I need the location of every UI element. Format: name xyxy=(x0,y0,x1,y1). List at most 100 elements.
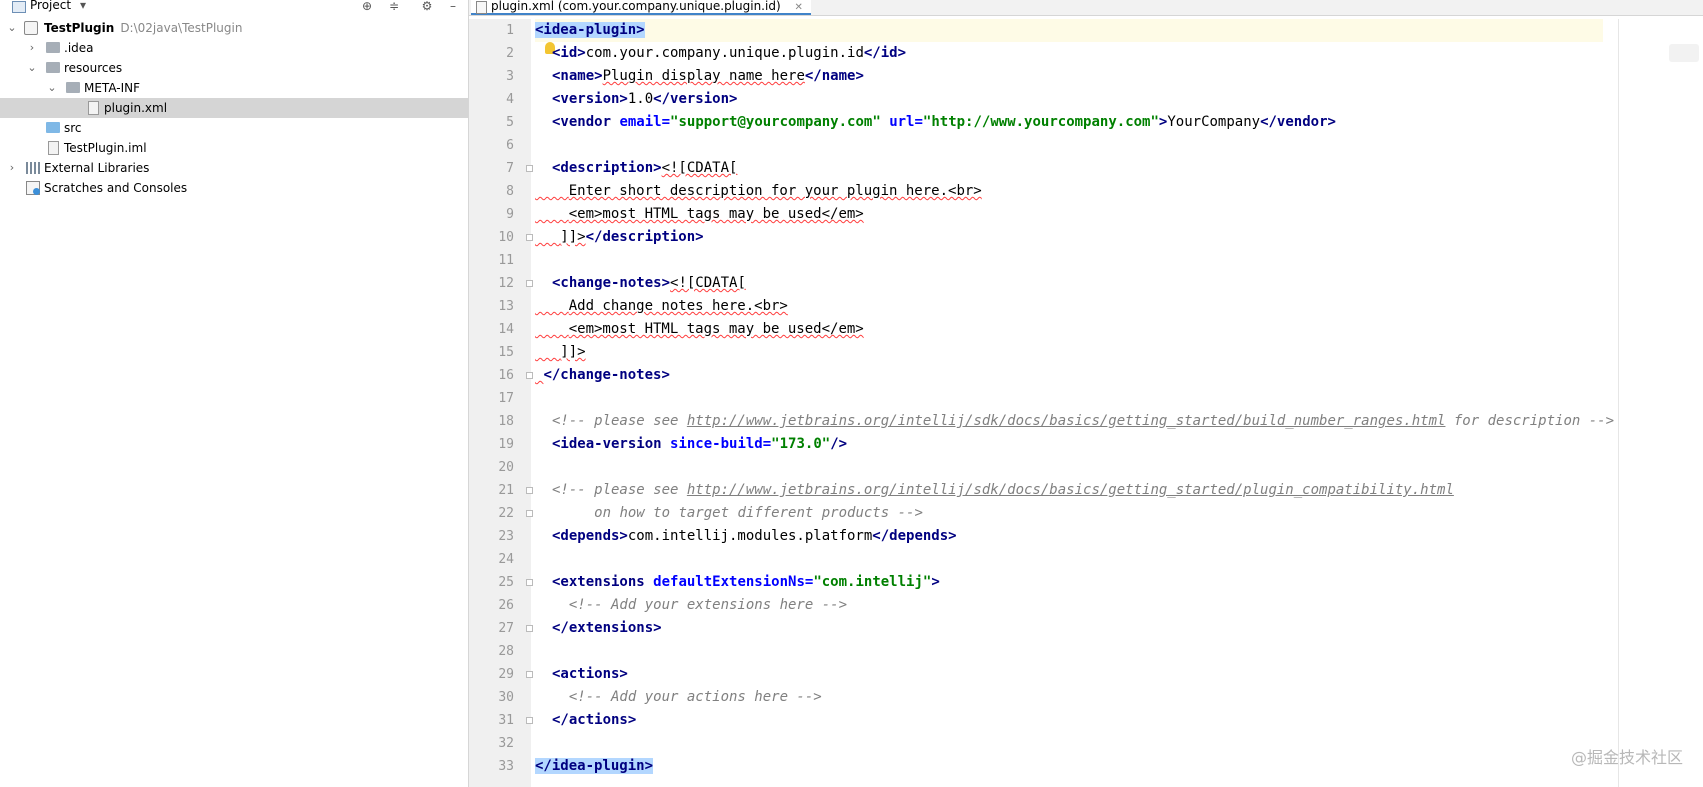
line-number: 27 xyxy=(498,621,514,636)
chevron-right-icon[interactable]: › xyxy=(6,158,18,178)
project-view-title[interactable]: Project xyxy=(30,0,71,12)
project-path: D:\02java\TestPlugin xyxy=(120,21,243,35)
tree-item-plugin-xml[interactable]: plugin.xml xyxy=(0,98,468,118)
folder-icon xyxy=(46,42,60,53)
line-number: 4 xyxy=(506,92,514,107)
project-view-icon xyxy=(12,1,26,13)
line-number: 7 xyxy=(506,161,514,176)
chevron-down-icon[interactable]: ⌄ xyxy=(26,58,38,78)
code-line-29: <actions> xyxy=(552,666,628,682)
fold-marker-icon[interactable] xyxy=(526,717,533,724)
line-number: 17 xyxy=(498,391,514,406)
tree-item-idea[interactable]: › .idea xyxy=(0,38,468,58)
folder-icon xyxy=(66,82,80,93)
ide-window: Project ▾ ⊕ ≑ ⚙ – ⌄ TestPlugin D:\02java\… xyxy=(0,0,1703,787)
code-line-14: <em>most HTML tags may be used</em> xyxy=(568,321,864,337)
tree-item-label: META-INF xyxy=(84,81,141,95)
chevron-right-icon[interactable]: › xyxy=(26,38,38,58)
code-line-18: <!-- please see http://www.jetbrains.org… xyxy=(552,413,1615,429)
editor-area: plugin.xml (com.your.company.unique.plug… xyxy=(469,0,1703,787)
code-line-26: <!-- Add your extensions here --> xyxy=(568,597,848,613)
line-number: 21 xyxy=(498,483,514,498)
line-number: 26 xyxy=(498,598,514,613)
line-number: 13 xyxy=(498,299,514,314)
docs-link[interactable]: http://www.jetbrains.org/intellij/sdk/do… xyxy=(687,482,1454,498)
gear-icon[interactable]: ⚙ xyxy=(420,0,434,13)
code-line-25: <extensions defaultExtensionNs="com.inte… xyxy=(552,574,940,590)
tree-item-external-libraries[interactable]: › External Libraries xyxy=(0,158,468,178)
fold-marker-icon[interactable] xyxy=(526,671,533,678)
fold-marker-icon[interactable] xyxy=(526,234,533,241)
line-number: 18 xyxy=(498,414,514,429)
code-line-4: <version>1.0</version> xyxy=(552,91,738,107)
editor-tab-bar: plugin.xml (com.your.company.unique.plug… xyxy=(469,0,1703,16)
code-line-22: on how to target different products --> xyxy=(594,505,923,521)
tree-item-src[interactable]: src xyxy=(0,118,468,138)
tree-item-label: src xyxy=(64,121,82,135)
code-line-3: <name>Plugin display name here</name> xyxy=(552,68,864,84)
libraries-icon xyxy=(26,162,40,174)
tree-item-testplugin-iml[interactable]: TestPlugin.iml xyxy=(0,138,468,158)
fold-marker-icon[interactable] xyxy=(526,372,533,379)
line-number-gutter: 1 2 3 4 5 6 7 8 9 10 11 12 13 14 15 16 17 18 19 20 21 22 23 24 2… xyxy=(469,19,533,787)
chevron-down-icon[interactable]: ▾ xyxy=(80,0,86,12)
tab-plugin-xml[interactable]: plugin.xml (com.your.company.unique.plug… xyxy=(471,0,811,15)
watermark: @掘金技术社区 xyxy=(1570,748,1683,767)
tree-item-label: TestPlugin xyxy=(44,21,115,35)
line-number: 33 xyxy=(498,759,514,774)
fold-marker-icon[interactable] xyxy=(526,280,533,287)
line-number: 16 xyxy=(498,368,514,383)
hide-icon[interactable]: – xyxy=(446,0,460,13)
collapse-all-icon[interactable]: ≑ xyxy=(387,0,401,13)
tree-item-resources[interactable]: ⌄ resources xyxy=(0,58,468,78)
code-line-7: <description><![CDATA[ xyxy=(552,160,738,176)
line-number: 9 xyxy=(506,207,514,222)
line-number: 5 xyxy=(506,115,514,130)
code-line-27: </extensions> xyxy=(552,620,662,636)
xml-file-icon xyxy=(476,1,487,14)
fold-marker-icon[interactable] xyxy=(526,165,533,172)
code-line-1: <idea-plugin> xyxy=(535,19,1603,42)
code-line-10: ]]></description> xyxy=(560,229,704,245)
line-number: 11 xyxy=(498,253,514,268)
tree-item-label: Scratches and Consoles xyxy=(44,181,188,195)
project-panel: Project ▾ ⊕ ≑ ⚙ – ⌄ TestPlugin D:\02java\… xyxy=(0,0,469,787)
line-number: 10 xyxy=(498,230,514,245)
fold-marker-icon[interactable] xyxy=(526,487,533,494)
line-number: 2 xyxy=(506,46,514,61)
line-number: 3 xyxy=(506,69,514,84)
tree-item-scratches[interactable]: Scratches and Consoles xyxy=(0,178,468,198)
scratches-badge-icon xyxy=(33,188,40,195)
line-number: 22 xyxy=(498,506,514,521)
module-icon xyxy=(24,21,38,35)
docs-link[interactable]: http://www.jetbrains.org/intellij/sdk/do… xyxy=(687,413,1446,429)
line-number: 28 xyxy=(498,644,514,659)
line-number: 30 xyxy=(498,690,514,705)
line-number: 12 xyxy=(498,276,514,291)
fold-marker-icon[interactable] xyxy=(526,625,533,632)
line-number: 14 xyxy=(498,322,514,337)
tab-label: plugin.xml (com.your.company.unique.plug… xyxy=(491,0,781,13)
line-number: 19 xyxy=(498,437,514,452)
close-icon[interactable]: ✕ xyxy=(794,2,802,13)
code-line-33: </idea-plugin> xyxy=(535,758,654,774)
code-line-16: </change-notes> xyxy=(543,367,670,383)
fold-marker-icon[interactable] xyxy=(526,579,533,586)
line-number: 32 xyxy=(498,736,514,751)
tree-item-testplugin[interactable]: ⌄ TestPlugin D:\02java\TestPlugin xyxy=(0,18,468,38)
code-line-19: <idea-version since-build="173.0"/> xyxy=(552,436,848,452)
fold-marker-icon[interactable] xyxy=(526,510,533,517)
locate-icon[interactable]: ⊕ xyxy=(360,0,374,13)
code-line-15: ]]> xyxy=(560,344,586,360)
tree-item-meta-inf[interactable]: ⌄ META-INF xyxy=(0,78,468,98)
line-number: 1 xyxy=(506,23,514,38)
chevron-down-icon[interactable]: ⌄ xyxy=(6,18,18,38)
line-number: 15 xyxy=(498,345,514,360)
code-line-9: <em>most HTML tags may be used</em> xyxy=(568,206,864,222)
tree-item-label: .idea xyxy=(64,41,94,55)
chevron-down-icon[interactable]: ⌄ xyxy=(46,78,58,98)
line-number: 24 xyxy=(498,552,514,567)
line-number: 8 xyxy=(506,184,514,199)
xml-file-icon xyxy=(88,101,99,115)
browser-preview-icons[interactable] xyxy=(1669,44,1699,62)
